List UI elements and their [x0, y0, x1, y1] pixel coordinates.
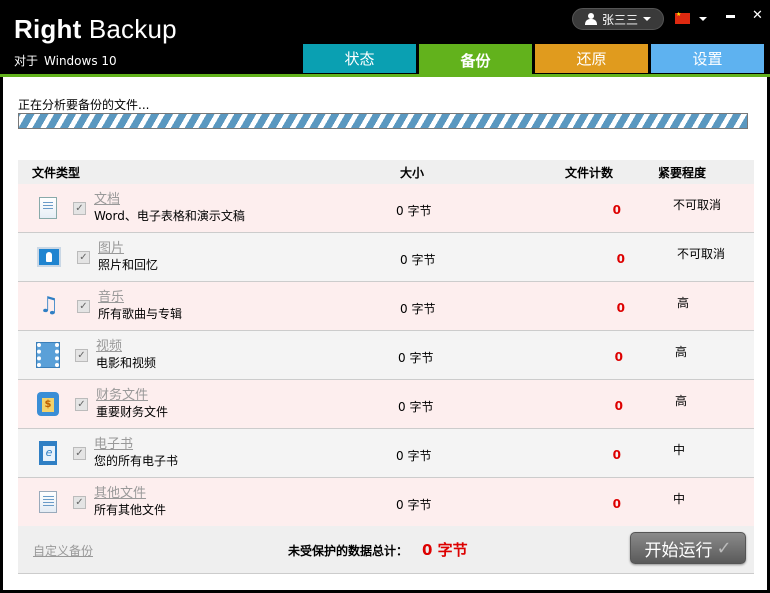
- column-size: 大小: [400, 165, 425, 180]
- minimize-button[interactable]: [726, 15, 735, 18]
- tab-backup[interactable]: 备份: [419, 44, 532, 76]
- checkmark-icon: ✓: [716, 537, 732, 559]
- column-level: 紧要程度: [658, 165, 707, 180]
- row-checkbox[interactable]: ✓: [73, 446, 86, 460]
- app-subtitle: 对于 Windows 10: [14, 52, 117, 69]
- row-count: 0: [616, 301, 625, 315]
- main-tabs: 状态 备份 还原 设置: [303, 44, 764, 76]
- row-desc: 所有歌曲与专辑: [98, 307, 183, 321]
- row-name-link[interactable]: 音乐: [98, 290, 360, 306]
- finance-icon: [37, 392, 59, 416]
- row-name-link[interactable]: 视频: [96, 339, 358, 355]
- table-row: ✓ 文档 Word、电子表格和演示文稿 0 字节 0 不可取消: [18, 184, 754, 233]
- row-name-link[interactable]: 图片: [98, 241, 360, 257]
- document-icon: [39, 197, 57, 219]
- other-file-icon: [39, 491, 57, 513]
- music-icon: ♫: [39, 293, 59, 318]
- row-checkbox[interactable]: ✓: [75, 348, 88, 362]
- backup-panel: 正在分析要备份的文件... 文件类型 大小 文件计数 紧要程度 ✓ 文档 Word…: [3, 77, 767, 590]
- row-count: 0: [612, 203, 621, 217]
- row-checkbox[interactable]: ✓: [77, 299, 90, 313]
- table-row: ✓ 视频 电影和视频 0 字节 0 高: [18, 331, 754, 380]
- row-size: 0 字节: [396, 203, 432, 218]
- row-desc: 电影和视频: [96, 356, 157, 370]
- row-size: 0 字节: [396, 497, 432, 512]
- row-desc: 照片和回忆: [98, 258, 159, 272]
- chevron-down-icon: [643, 17, 651, 21]
- app-window: Right Backup 对于 Windows 10 张三三 ✕ 状态 备份 还原…: [0, 0, 770, 593]
- row-size: 0 字节: [400, 252, 436, 267]
- ebook-icon: [39, 441, 57, 465]
- tab-status[interactable]: 状态: [303, 44, 416, 73]
- column-type: 文件类型: [32, 165, 81, 180]
- row-level: 不可取消: [673, 197, 722, 212]
- table-row: ✓ 图片 照片和回忆 0 字节 0 不可取消: [18, 233, 754, 282]
- row-count: 0: [612, 497, 621, 511]
- table-row: ✓ 电子书您的所有电子书 0 字节 0 中: [18, 429, 754, 478]
- progress-bar: [18, 113, 748, 129]
- row-name-link[interactable]: 其他文件: [94, 486, 356, 502]
- row-desc: 重要财务文件: [96, 405, 169, 419]
- custom-backup-link[interactable]: 自定义备份: [33, 542, 93, 559]
- row-name-link[interactable]: 文档: [94, 192, 356, 208]
- table-row: ✓ 其他文件 所有其他文件 0 字节 0 中: [18, 478, 754, 527]
- row-name-link[interactable]: 财务文件: [96, 388, 358, 404]
- row-checkbox[interactable]: ✓: [73, 201, 86, 215]
- row-name-link[interactable]: 电子书: [94, 437, 356, 453]
- subtitle-prefix: 对于: [14, 54, 39, 68]
- user-menu-button[interactable]: 张三三: [572, 8, 664, 30]
- table-header: 文件类型 大小 文件计数 紧要程度: [18, 160, 754, 184]
- row-checkbox[interactable]: ✓: [75, 397, 88, 411]
- row-size: 0 字节: [400, 301, 436, 316]
- user-icon: [584, 13, 597, 25]
- row-level: 高: [677, 295, 690, 310]
- analyzing-status: 正在分析要备份的文件...: [18, 98, 150, 112]
- tab-restore[interactable]: 还原: [535, 44, 648, 73]
- row-desc: 您的所有电子书: [94, 454, 179, 468]
- app-title-bold: Right: [14, 14, 82, 44]
- row-desc: Word、电子表格和演示文稿: [94, 209, 245, 223]
- row-count: 0: [616, 252, 625, 266]
- row-desc: 所有其他文件: [94, 503, 167, 517]
- row-checkbox[interactable]: ✓: [73, 495, 86, 509]
- row-size: 0 字节: [396, 448, 432, 463]
- row-level: 中: [673, 491, 686, 506]
- row-count: 0: [614, 350, 623, 364]
- picture-icon: [37, 247, 61, 267]
- row-checkbox[interactable]: ✓: [77, 250, 90, 264]
- user-name: 张三三: [601, 12, 638, 27]
- row-size: 0 字节: [398, 350, 434, 365]
- column-count: 文件计数: [564, 165, 613, 180]
- unprotected-value: 0 字节: [422, 541, 468, 559]
- language-dropdown-icon[interactable]: [699, 17, 707, 21]
- footer-bar: 自定义备份 未受保护的数据总计： 0 字节 开始运行 ✓: [18, 526, 754, 574]
- app-title-rest: Backup: [81, 14, 177, 44]
- close-button[interactable]: ✕: [752, 9, 763, 22]
- tab-settings[interactable]: 设置: [651, 44, 764, 73]
- row-level: 中: [673, 442, 686, 457]
- file-type-table: 文件类型 大小 文件计数 紧要程度 ✓ 文档 Word、电子表格和演示文稿 0 字…: [18, 160, 754, 527]
- unprotected-label: 未受保护的数据总计：: [288, 544, 409, 558]
- row-count: 0: [612, 448, 621, 462]
- table-row: ♫ ✓ 音乐 所有歌曲与专辑 0 字节 0 高: [18, 282, 754, 331]
- app-title: Right Backup: [14, 14, 177, 45]
- start-button-label: 开始运行: [644, 540, 713, 561]
- subtitle-os: Windows 10: [44, 54, 117, 68]
- table-row: ✓ 财务文件重要财务文件 0 字节 0 高: [18, 380, 754, 429]
- row-count: 0: [614, 399, 623, 413]
- row-level: 高: [675, 344, 688, 359]
- row-level: 高: [675, 393, 688, 408]
- china-flag-icon[interactable]: [675, 11, 690, 24]
- row-level: 不可取消: [677, 246, 726, 261]
- row-size: 0 字节: [398, 399, 434, 414]
- start-button[interactable]: 开始运行 ✓: [630, 532, 746, 564]
- video-icon: [36, 342, 60, 368]
